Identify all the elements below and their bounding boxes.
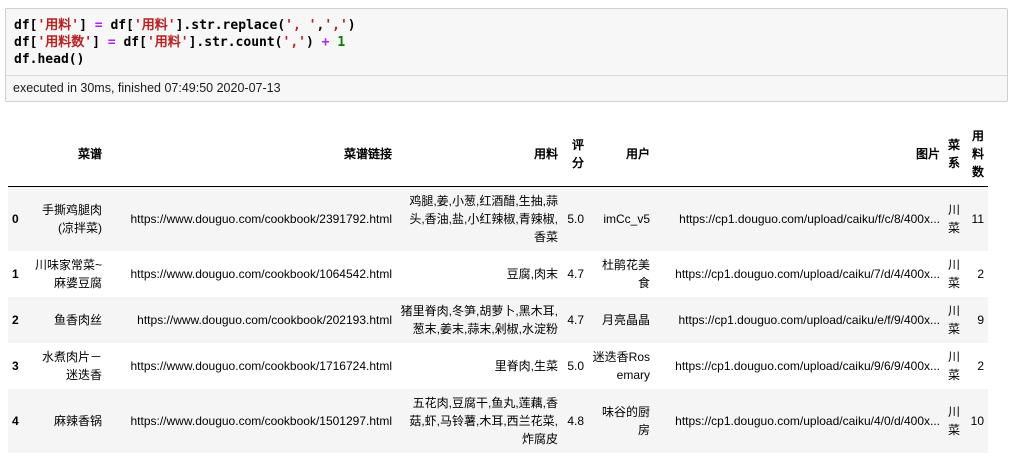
cell-link: https://www.douguo.com/cookbook/1064542.…	[106, 251, 396, 297]
cell-count: 2	[964, 343, 988, 389]
code-line: df['用料'] = df['用料'].str.replace(', ',','…	[14, 17, 999, 34]
cell-user: 杜鹃花美食	[588, 251, 654, 297]
code-editor[interactable]: df['用料'] = df['用料'].str.replace(', ',','…	[6, 9, 1007, 75]
code-token-p: df.head()	[14, 52, 84, 67]
col-header-rating: 评分	[562, 122, 588, 187]
code-token-s: ','	[324, 18, 347, 33]
cell-image: https://cp1.douguo.com/upload/caiku/9/6/…	[654, 343, 944, 389]
cell-rating: 5.0	[562, 187, 588, 252]
cell-image: https://cp1.douguo.com/upload/caiku/e/f/…	[654, 297, 944, 343]
table-row: 1川味家常菜~麻婆豆腐https://www.douguo.com/cookbo…	[8, 251, 988, 297]
cell-link: https://www.douguo.com/cookbook/202193.h…	[106, 297, 396, 343]
cell-recipe: 水煮肉片－迷迭香	[28, 343, 106, 389]
cell-ingredients: 豆腐,肉末	[396, 251, 562, 297]
row-index: 4	[8, 389, 28, 453]
cell-count: 9	[964, 297, 988, 343]
code-token-s: '用料'	[147, 35, 189, 50]
cell-recipe: 手撕鸡腿肉(凉拌菜)	[28, 187, 106, 252]
cell-cuisine: 川菜	[944, 187, 964, 252]
table-body: 0手撕鸡腿肉(凉拌菜)https://www.douguo.com/cookbo…	[8, 187, 988, 454]
dataframe-table: 菜谱菜谱链接用料评分用户图片菜系用料数 0手撕鸡腿肉(凉拌菜)https://w…	[8, 122, 988, 453]
cell-recipe: 川味家常菜~麻婆豆腐	[28, 251, 106, 297]
cell-recipe: 鱼香肉丝	[28, 297, 106, 343]
code-token-s: '用料数'	[37, 35, 92, 50]
cell-user: 味谷的厨房	[588, 389, 654, 453]
cell-link: https://www.douguo.com/cookbook/2391792.…	[106, 187, 396, 252]
col-header-user: 用户	[588, 122, 654, 187]
cell-user: 月亮晶晶	[588, 297, 654, 343]
cell-count: 11	[964, 187, 988, 252]
cell-cuisine: 川菜	[944, 343, 964, 389]
cell-ingredients: 猪里脊肉,冬笋,胡萝卜,黑木耳,葱末,姜末,蒜末,剁椒,水淀粉	[396, 297, 562, 343]
col-header-count: 用料数	[964, 122, 988, 187]
code-token-s: ', '	[285, 18, 316, 33]
row-index: 0	[8, 187, 28, 252]
cell-user: 迷迭香Rosemary	[588, 343, 654, 389]
cell-link: https://www.douguo.com/cookbook/1501297.…	[106, 389, 396, 453]
code-token-p: ]	[79, 18, 95, 33]
code-token-p: ].str.replace(	[176, 18, 286, 33]
code-token-p: df[	[116, 35, 147, 50]
row-index: 3	[8, 343, 28, 389]
cell-cuisine: 川菜	[944, 297, 964, 343]
row-index: 2	[8, 297, 28, 343]
code-token-p: ].str.count(	[189, 35, 283, 50]
col-header-image: 图片	[654, 122, 944, 187]
cell-rating: 4.7	[562, 297, 588, 343]
cell-image: https://cp1.douguo.com/upload/caiku/f/c/…	[654, 187, 944, 252]
code-line: df['用料数'] = df['用料'].str.count(',') + 1	[14, 34, 999, 51]
table-row: 2鱼香肉丝https://www.douguo.com/cookbook/202…	[8, 297, 988, 343]
cell-rating: 4.8	[562, 389, 588, 453]
table-row: 3水煮肉片－迷迭香https://www.douguo.com/cookbook…	[8, 343, 988, 389]
code-token-p: )	[348, 18, 356, 33]
dataframe-output: 菜谱菜谱链接用料评分用户图片菜系用料数 0手撕鸡腿肉(凉拌菜)https://w…	[8, 122, 1013, 453]
cell-count: 2	[964, 251, 988, 297]
cell-recipe: 麻辣香锅	[28, 389, 106, 453]
code-token-p: ]	[92, 35, 108, 50]
cell-user: imCc_v5	[588, 187, 654, 252]
row-index: 1	[8, 251, 28, 297]
col-header-link: 菜谱链接	[106, 122, 396, 187]
cell-count: 10	[964, 389, 988, 453]
code-token-o: =	[95, 18, 103, 33]
cell-image: https://cp1.douguo.com/upload/caiku/7/d/…	[654, 251, 944, 297]
code-token-o: =	[108, 35, 116, 50]
code-token-s: '用料'	[134, 18, 176, 33]
cell-ingredients: 鸡腿,姜,小葱,红酒醋,生抽,蒜头,香油,盐,小红辣椒,青辣椒,香菜	[396, 187, 562, 252]
cell-image: https://cp1.douguo.com/upload/caiku/4/0/…	[654, 389, 944, 453]
cell-ingredients: 里脊肉,生菜	[396, 343, 562, 389]
cell-link: https://www.douguo.com/cookbook/1716724.…	[106, 343, 396, 389]
table-row: 0手撕鸡腿肉(凉拌菜)https://www.douguo.com/cookbo…	[8, 187, 988, 252]
code-token-p: df[	[14, 35, 37, 50]
col-header-cuisine: 菜系	[944, 122, 964, 187]
col-header-recipe: 菜谱	[28, 122, 106, 187]
cell-cuisine: 川菜	[944, 251, 964, 297]
table-row: 4麻辣香锅https://www.douguo.com/cookbook/150…	[8, 389, 988, 453]
cell-ingredients: 五花肉,豆腐干,鱼丸,莲藕,香菇,虾,马铃薯,木耳,西兰花菜,炸腐皮	[396, 389, 562, 453]
code-token-p: df[	[103, 18, 134, 33]
code-token-p: df[	[14, 18, 37, 33]
header-row: 菜谱菜谱链接用料评分用户图片菜系用料数	[8, 122, 988, 187]
code-token-s: '用料'	[37, 18, 79, 33]
notebook-code-cell: df['用料'] = df['用料'].str.replace(', ',','…	[5, 8, 1008, 102]
cell-rating: 5.0	[562, 343, 588, 389]
cell-rating: 4.7	[562, 251, 588, 297]
code-token-s: ','	[283, 35, 306, 50]
execution-status: executed in 30ms, finished 07:49:50 2020…	[6, 75, 1007, 101]
col-header-ingredients: 用料	[396, 122, 562, 187]
cell-cuisine: 川菜	[944, 389, 964, 453]
code-token-n: 1	[337, 35, 345, 50]
index-corner-header	[8, 122, 28, 187]
code-token-p: )	[306, 35, 322, 50]
code-line: df.head()	[14, 51, 999, 68]
